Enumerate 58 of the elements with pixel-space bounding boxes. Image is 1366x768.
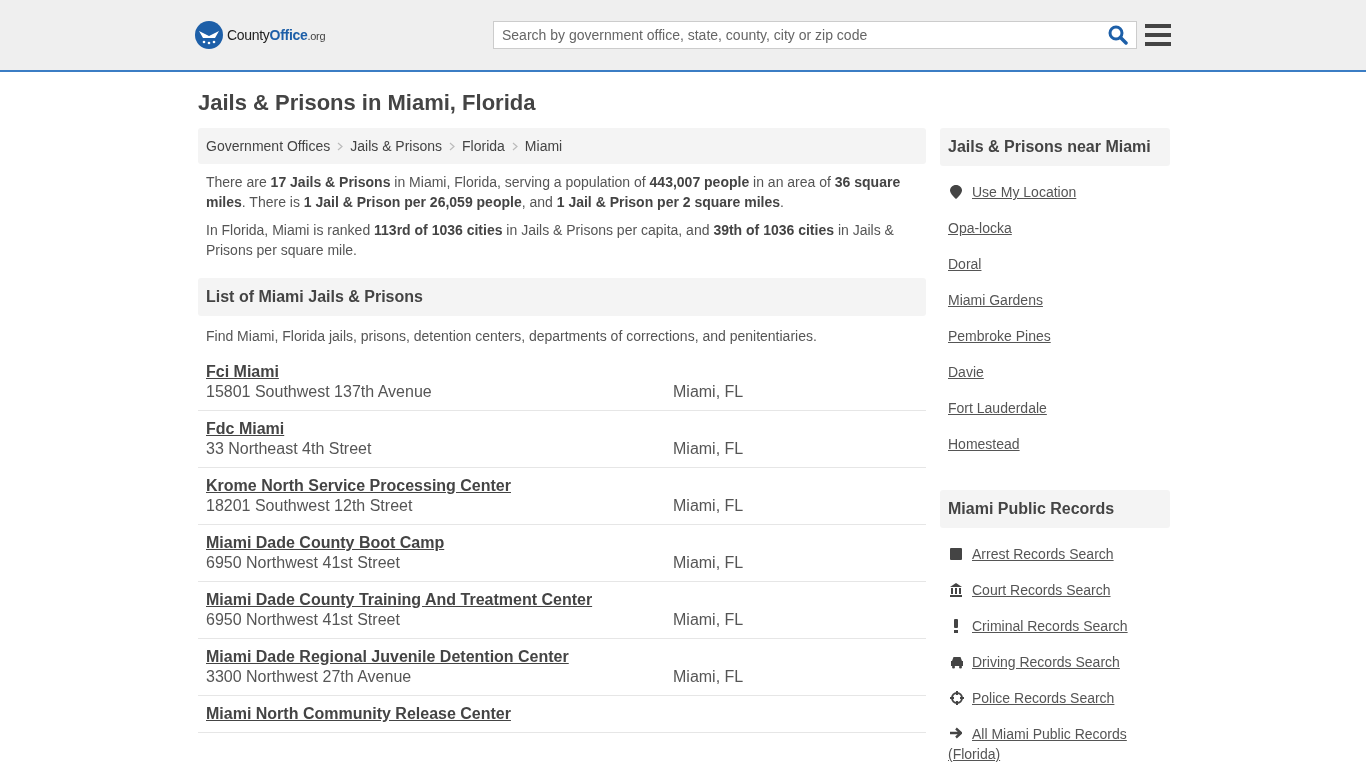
listing-address: 15801 Southwest 137th Avenue (206, 383, 433, 401)
sidebar-link[interactable]: Use My Location (948, 182, 1077, 202)
section-heading: List of Miami Jails & Prisons (198, 278, 926, 316)
chevron-icon (511, 141, 518, 151)
search-field[interactable]: Search by government office, state, county, city or zip code (494, 27, 1100, 43)
crosshair-icon (950, 691, 964, 705)
car-icon (950, 655, 964, 669)
map-pin-icon (950, 185, 962, 199)
arrow-right-icon (950, 727, 962, 741)
listing-link[interactable]: Fdc Miami (206, 420, 285, 438)
listing-address: 33 Northeast 4th Street (206, 440, 373, 458)
sidebar-link[interactable]: Arrest Records Search (948, 544, 1114, 564)
listing-link[interactable]: Miami Dade County Boot Camp (206, 534, 445, 552)
listing-link[interactable]: Miami Dade County Training And Treatment Center (206, 591, 593, 609)
sidebar-link[interactable]: Homestead (948, 434, 1020, 454)
listing-link[interactable]: Miami North Community Release Center (206, 705, 511, 723)
listing-city: Miami, FL (673, 440, 744, 458)
search-icon (1108, 25, 1128, 45)
intro-paragraph: In Florida, Miami is ranked 113rd of 1036 cities in Jails & Prisons per capita, and 39th of 1036 cities in Jails & Prisons per square mile. (206, 221, 895, 260)
sidebar-link[interactable]: Pembroke Pines (948, 326, 1051, 346)
sidebar-heading: Miami Public Records (940, 490, 1170, 528)
intro-paragraph: There are 17 Jails & Prisons in Miami, Florida, serving a population of 443,007 people in an area of 36 square miles. There is 1 Jail & Prison per 26,059 people, and 1 Jail & Prison per 2 square miles. (206, 173, 902, 212)
listing-city: Miami, FL (673, 611, 744, 629)
chevron-icon (337, 141, 344, 151)
listing-city: Miami, FL (673, 383, 744, 401)
breadcrumb-link[interactable]: Florida (462, 138, 505, 154)
listing-link[interactable]: Miami Dade Regional Juvenile Detention Center (206, 648, 569, 666)
listing-address: 18201 Southwest 12th Street (206, 497, 414, 515)
listing-city: Miami, FL (673, 497, 744, 515)
list-description: Find Miami, Florida jails, prisons, detention centers, departments of corrections, and penitentiaries. (206, 327, 818, 346)
breadcrumb-link[interactable]: Miami (524, 138, 563, 154)
sidebar-link[interactable]: Miami Gardens (948, 290, 1043, 310)
square-icon (950, 547, 962, 561)
breadcrumb-link[interactable]: Jails & Prisons (350, 138, 443, 154)
sidebar-link[interactable]: Court Records Search (948, 580, 1111, 600)
sidebar-heading: Jails & Prisons near Miami (940, 128, 1170, 166)
bank-icon (950, 583, 962, 597)
breadcrumb-link[interactable]: Government Offices (206, 138, 331, 154)
page-title: Jails & Prisons in Miami, Florida (198, 90, 537, 116)
sidebar-link[interactable]: Fort Lauderdale (948, 398, 1047, 418)
sidebar-link[interactable]: Doral (948, 254, 982, 274)
listing-city: Miami, FL (673, 554, 744, 572)
sidebar-link[interactable]: Criminal Records Search (948, 616, 1128, 636)
menu-icon[interactable] (1145, 24, 1171, 46)
listing-address: 6950 Northwest 41st Street (206, 554, 401, 572)
sidebar-link[interactable]: Driving Records Search (948, 652, 1120, 672)
listing-city: Miami, FL (673, 668, 744, 686)
search-bar[interactable]: Search by government office, state, county, city or zip code (493, 21, 1137, 49)
listing-address: 3300 Northwest 27th Avenue (206, 668, 413, 686)
sidebar-link[interactable]: Police Records Search (948, 688, 1115, 708)
sidebar-link[interactable]: Opa-locka (948, 218, 1012, 238)
sidebar-link[interactable]: All Miami Public Records (Florida) (948, 724, 1138, 764)
listing-address: 6950 Northwest 41st Street (206, 611, 401, 629)
listing-link[interactable]: Fci Miami (206, 363, 279, 381)
chevron-icon (449, 141, 456, 151)
site-logo-text[interactable]: CountyOffice.org (227, 27, 326, 43)
sidebar-link[interactable]: Davie (948, 362, 984, 382)
listing-link[interactable]: Krome North Service Processing Center (206, 477, 511, 495)
